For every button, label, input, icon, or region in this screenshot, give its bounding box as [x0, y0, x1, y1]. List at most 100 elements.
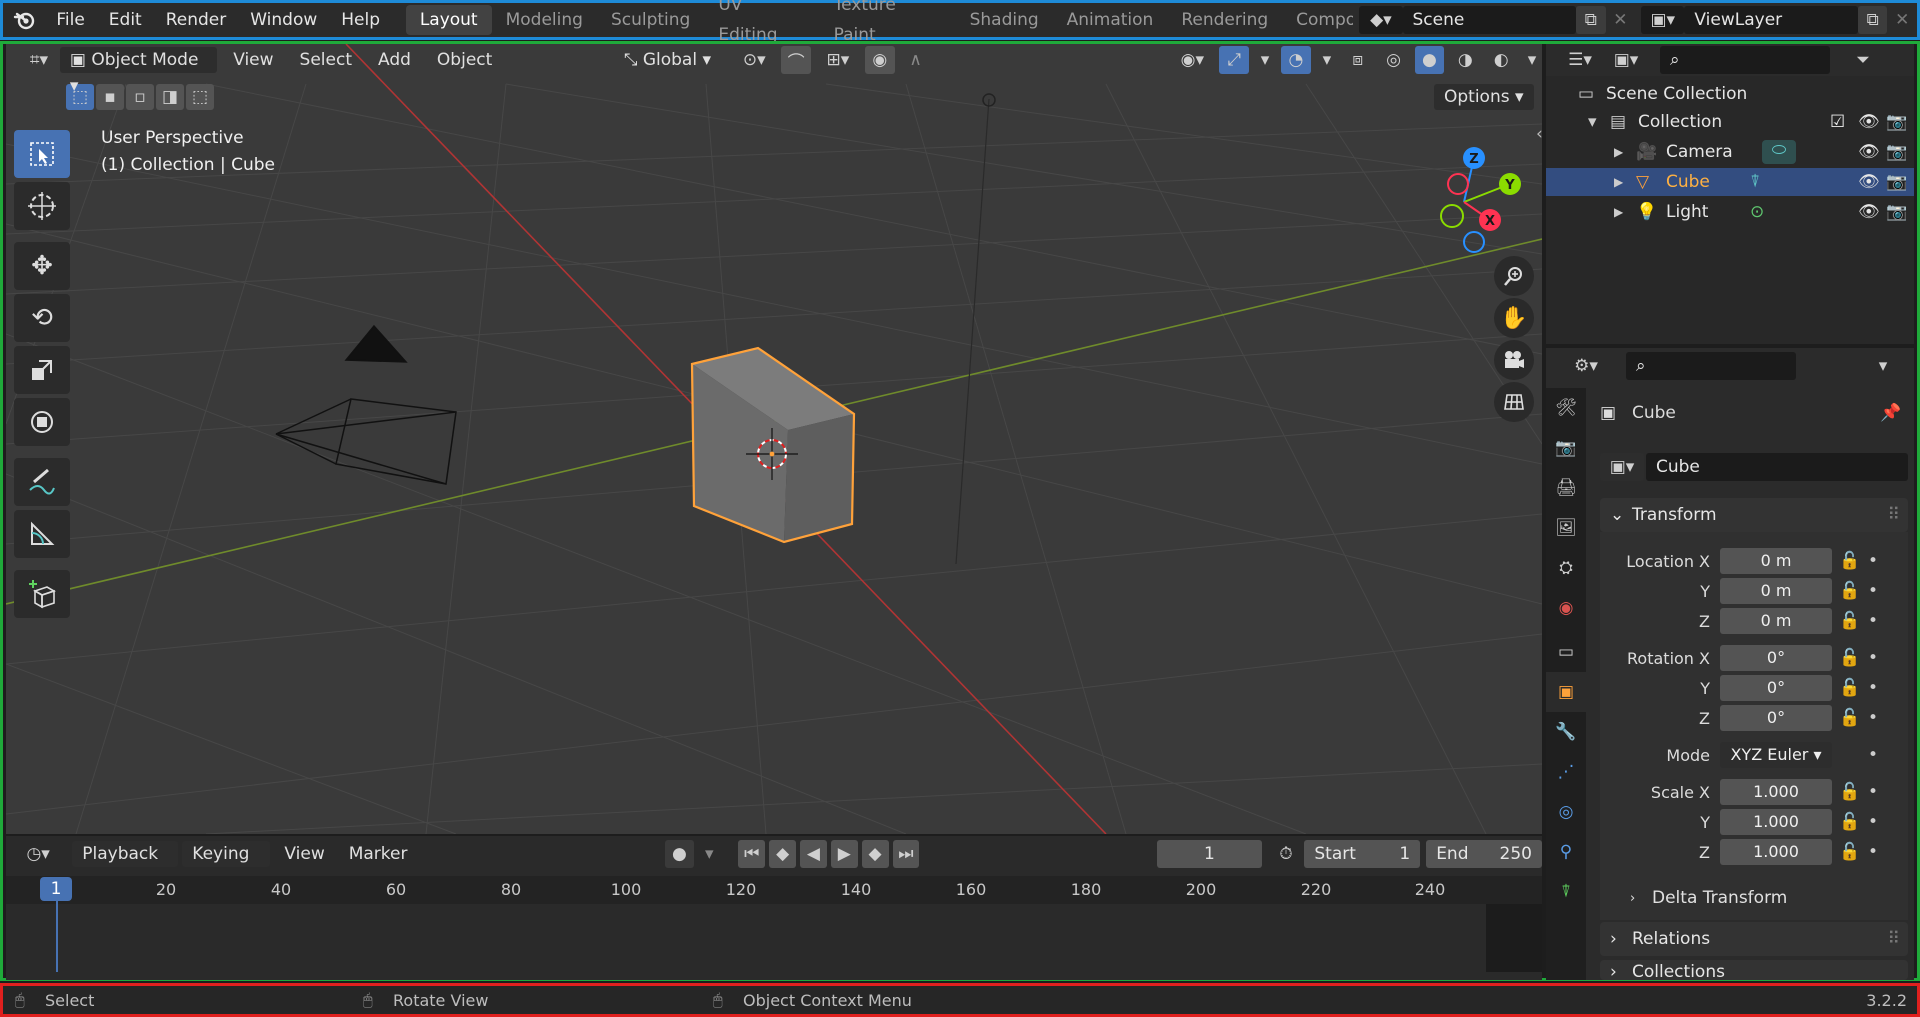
tab-rendering[interactable]: Rendering [1167, 5, 1282, 35]
lock-location-y-icon[interactable]: 🔓 [1832, 581, 1868, 601]
transform-tool-icon[interactable] [14, 398, 70, 446]
visibility-icon[interactable]: ◉▾ [1171, 46, 1213, 74]
scale-y-field[interactable]: 1.000 [1720, 809, 1832, 835]
location-x-field[interactable]: 0 m [1720, 548, 1832, 574]
lock-scale-z-icon[interactable]: 🔓 [1832, 842, 1868, 862]
shading-solid-icon[interactable]: ● [1414, 46, 1445, 74]
tab-world-icon[interactable]: ◉ [1546, 588, 1586, 628]
properties-editor-type-icon[interactable]: ⚙▾ [1566, 352, 1606, 380]
filter-icon[interactable]: ⏷ [1848, 46, 1878, 74]
3d-viewport[interactable]: User Perspective (1) Collection | Cube ⬚… [6, 44, 1542, 834]
tab-physics-icon[interactable]: ◎ [1546, 792, 1586, 832]
falloff-icon[interactable]: ∧ [901, 46, 931, 74]
menu-playback[interactable]: Playback ▾ [72, 841, 179, 890]
transform-panel-header[interactable]: ⌄ Transform ⠿ [1600, 498, 1908, 532]
options-dropdown[interactable]: Options ▾ [1434, 84, 1534, 110]
tab-object-icon[interactable]: ▣ [1546, 672, 1586, 712]
object-name-field[interactable]: Cube [1646, 453, 1908, 481]
outliner-scene-collection[interactable]: ▭ Scene Collection [1546, 80, 1914, 108]
tab-tool-icon[interactable]: 🛠 [1546, 388, 1586, 428]
menu-render[interactable]: Render [154, 3, 239, 37]
proportional-edit-icon[interactable]: ◉ [864, 46, 895, 74]
keyframe-dot-icon[interactable]: • [1868, 581, 1888, 601]
tab-particles-icon[interactable]: ⋰ [1546, 752, 1586, 792]
outliner-item-light[interactable]: ▶ 💡 Light ⊙ 👁 📷 [1546, 198, 1914, 226]
timeline-editor-type-icon[interactable]: ◷▾ [18, 840, 58, 868]
select-intersect-icon[interactable]: ⬚ [186, 84, 214, 110]
relations-panel-header[interactable]: › Relations ⠿ [1600, 922, 1908, 956]
lock-rotation-z-icon[interactable]: 🔓 [1832, 708, 1868, 728]
snap-target-icon[interactable]: ⊞▾ [817, 46, 859, 74]
overlays-toggle-icon[interactable]: ◔ [1281, 46, 1311, 74]
lock-scale-x-icon[interactable]: 🔓 [1832, 782, 1868, 802]
scale-tool-icon[interactable] [14, 346, 70, 394]
keyframe-dot-icon[interactable]: • [1868, 842, 1888, 862]
menu-object[interactable]: Object [427, 47, 502, 73]
mode-dropdown[interactable]: ▣ Object Mode ▾ [59, 47, 218, 96]
lock-location-z-icon[interactable]: 🔓 [1832, 611, 1868, 631]
tab-render-icon[interactable]: 📷 [1546, 428, 1586, 468]
keyframe-dot-icon[interactable]: • [1868, 812, 1888, 832]
end-frame-field[interactable]: End 250 [1426, 840, 1542, 868]
visibility-eye-icon[interactable]: 👁 [1858, 202, 1886, 222]
pin-icon[interactable]: 📌 [1880, 403, 1910, 423]
scale-z-field[interactable]: 1.000 [1720, 839, 1832, 865]
keyframe-dot-icon[interactable]: • [1868, 648, 1888, 668]
tab-shading[interactable]: Shading [956, 5, 1053, 35]
lock-scale-y-icon[interactable]: 🔓 [1832, 812, 1868, 832]
playhead-label[interactable]: 1 [40, 877, 72, 901]
shading-dropdown-icon[interactable]: ▾ [1522, 46, 1542, 74]
select-extend-icon[interactable]: ▪ [96, 84, 124, 110]
view-layer-selector-icon[interactable]: ▣▾ [1641, 6, 1685, 34]
scene-name-field[interactable]: Scene [1402, 6, 1577, 34]
camera-data-icon[interactable]: ⬭ [1762, 140, 1796, 164]
properties-options-icon[interactable]: ▾ [1868, 352, 1898, 380]
timeline-ruler[interactable]: 1 20 40 60 80 100 120 140 160 180 200 22… [6, 876, 1542, 904]
select-box-tool-icon[interactable] [14, 130, 70, 178]
tab-modeling[interactable]: Modeling [492, 5, 597, 35]
delete-scene-icon[interactable]: ✕ [1606, 6, 1636, 34]
keyframe-dot-icon[interactable]: • [1868, 678, 1888, 698]
blender-logo-icon[interactable] [3, 10, 44, 30]
tab-scene-icon[interactable]: ⛭ [1546, 548, 1586, 588]
visibility-eye-icon[interactable]: 👁 [1858, 112, 1886, 132]
new-scene-icon[interactable]: ⧉ [1576, 6, 1606, 34]
rotation-z-field[interactable]: 0° [1720, 705, 1832, 731]
sidebar-toggle-icon[interactable]: ‹ [1536, 124, 1542, 144]
rotation-x-field[interactable]: 0° [1720, 645, 1832, 671]
transform-orientation-dropdown[interactable]: ⤡ Global ▾ [614, 47, 728, 73]
location-y-field[interactable]: 0 m [1720, 578, 1832, 604]
jump-keyframe-forward-icon[interactable]: ◆ [861, 840, 889, 868]
tab-constraints-icon[interactable]: ⚲ [1546, 832, 1586, 872]
outliner-item-camera[interactable]: ▶ 🎥 Camera ⬭ 👁 📷 [1546, 138, 1914, 166]
select-invert-icon[interactable]: ◨ [156, 84, 184, 110]
select-subtract-icon[interactable]: ▫ [126, 84, 154, 110]
mesh-data-icon[interactable]: ⍒ [1750, 172, 1780, 192]
snap-toggle-icon[interactable]: ⌒ [781, 46, 812, 74]
expand-collection-icon[interactable]: ▾ [1588, 112, 1610, 132]
render-camera-icon[interactable]: 📷 [1886, 172, 1914, 192]
tab-view-layer-icon[interactable]: 🖼 [1546, 508, 1586, 548]
location-z-field[interactable]: 0 m [1720, 608, 1832, 634]
expand-cube-icon[interactable]: ▶ [1614, 175, 1636, 189]
render-camera-icon[interactable]: 📷 [1886, 202, 1914, 222]
outliner-editor-type-icon[interactable]: ☰▾ [1560, 46, 1600, 74]
pan-hand-icon[interactable]: ✋ [1494, 298, 1534, 338]
visibility-eye-icon[interactable]: 👁 [1858, 172, 1886, 192]
auto-keying-icon[interactable]: ● [665, 840, 694, 868]
jump-start-icon[interactable]: ⏮ [738, 840, 766, 868]
menu-window[interactable]: Window [238, 3, 329, 37]
menu-select[interactable]: Select [290, 47, 362, 73]
outliner-collection[interactable]: ▾ ▤ Collection ☑ 👁 📷 [1546, 108, 1914, 136]
play-reverse-icon[interactable]: ◀ [800, 840, 827, 868]
outliner-item-cube[interactable]: ▶ ▽ Cube ⍒ 👁 📷 [1546, 168, 1914, 196]
tab-output-icon[interactable]: 🖨 [1546, 468, 1586, 508]
scale-x-field[interactable]: 1.000 [1720, 779, 1832, 805]
pivot-point-icon[interactable]: ⊙▾ [733, 46, 775, 74]
keyframe-dot-icon[interactable]: • [1868, 708, 1888, 728]
jump-keyframe-back-icon[interactable]: ◆ [769, 840, 797, 868]
move-tool-icon[interactable]: ✥ [14, 242, 70, 290]
shading-rendered-icon[interactable]: ◐ [1486, 46, 1516, 74]
visibility-eye-icon[interactable]: 👁 [1858, 142, 1886, 162]
current-frame-field[interactable]: 1 [1157, 840, 1262, 868]
